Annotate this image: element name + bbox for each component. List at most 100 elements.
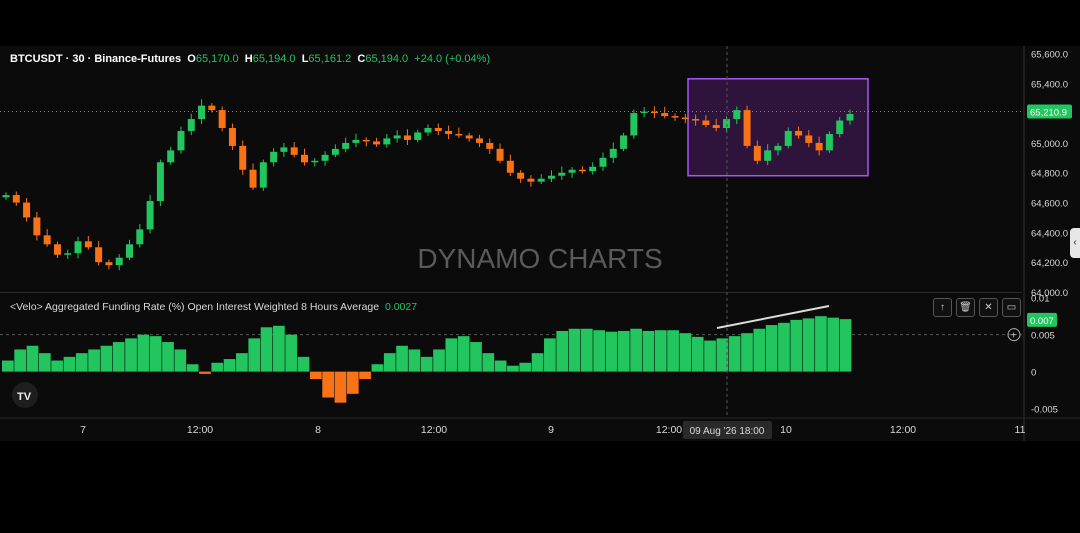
candle-body — [208, 105, 216, 111]
histogram-bar — [544, 338, 556, 372]
candle-body — [455, 133, 463, 136]
candle-body — [259, 162, 267, 188]
candle-body — [290, 147, 298, 155]
candle-body — [84, 241, 92, 248]
histogram-bar — [827, 317, 840, 372]
candle-body — [465, 135, 473, 139]
arrow-up-icon[interactable]: ↑ — [933, 298, 952, 317]
candle-body — [836, 120, 844, 134]
histogram-bar — [556, 330, 569, 372]
histogram-bar — [494, 360, 507, 372]
candle-body — [64, 253, 72, 255]
histogram-bar — [667, 330, 679, 372]
chevron-left-icon[interactable]: ‹ — [1070, 228, 1080, 258]
histogram-bar — [580, 328, 593, 372]
candle-body — [249, 169, 257, 188]
histogram-bar — [396, 345, 408, 372]
candle-body — [383, 138, 391, 145]
candle-body — [722, 119, 730, 128]
histogram-bar — [778, 322, 790, 372]
candle-body — [12, 195, 20, 203]
candle-body — [105, 262, 113, 266]
histogram-bar — [26, 345, 39, 372]
candle-body — [784, 130, 792, 146]
collapse-icon[interactable]: ✕ — [979, 298, 998, 317]
histogram-bar — [346, 371, 359, 394]
candle-body — [445, 130, 453, 134]
histogram-bar — [716, 338, 729, 372]
candle-body — [753, 145, 761, 161]
chart-canvas[interactable]: 65,600.065,400.065,200.065,000.064,800.0… — [0, 0, 1080, 528]
histogram-bar — [174, 349, 187, 372]
histogram-bar — [519, 362, 532, 372]
indicator-tick-label: 0.01 — [1031, 294, 1050, 305]
histogram-bar — [704, 340, 716, 372]
candle-body — [599, 157, 607, 167]
trash-icon[interactable]: 🗑 — [956, 298, 975, 317]
candle-body — [53, 244, 61, 255]
histogram-bar — [75, 353, 88, 372]
candle-body — [692, 119, 700, 121]
histogram-bar — [470, 342, 482, 372]
maximize-icon[interactable]: ▭ — [1002, 298, 1021, 317]
histogram-bar — [63, 356, 76, 372]
chart-panel[interactable]: 65,600.065,400.065,200.065,000.064,800.0… — [0, 0, 1080, 528]
candle-body — [198, 105, 206, 120]
candle-body — [424, 128, 432, 133]
candle-body — [537, 178, 545, 182]
candle-body — [486, 142, 494, 149]
histogram-bar — [815, 316, 827, 372]
plus-sign: + — [1011, 331, 1017, 342]
candle-body — [342, 142, 350, 149]
candle-body — [167, 150, 175, 163]
candle-body — [414, 132, 422, 140]
candle-body — [661, 113, 669, 117]
price-tick-label: 65,400.0 — [1031, 79, 1068, 90]
candle-body — [506, 160, 514, 173]
histogram-bar — [149, 336, 162, 372]
indicator-last-label: 0.007 — [1030, 316, 1054, 327]
candle-body — [321, 154, 329, 161]
candle-body — [177, 130, 185, 151]
last-price-label: 65,210.9 — [1030, 107, 1067, 118]
histogram-bar — [38, 353, 51, 372]
histogram-bar — [186, 364, 199, 372]
time-tick-label: 12:00 — [187, 424, 213, 436]
candle-body — [126, 244, 134, 258]
candle-body — [527, 178, 535, 182]
watermark: DYNAMO CHARTS — [417, 243, 662, 274]
indicator-tick-label: 0 — [1031, 368, 1036, 379]
time-tick-label: 12:00 — [421, 424, 447, 436]
histogram-bar — [125, 338, 137, 372]
candle-body — [23, 202, 31, 218]
candle-body — [650, 111, 658, 114]
histogram-bar — [642, 330, 655, 372]
candle-body — [115, 257, 123, 266]
price-tick-label: 64,800.0 — [1031, 169, 1068, 180]
candle-body — [33, 217, 41, 236]
candle-body — [568, 169, 576, 173]
price-tick-label: 65,000.0 — [1031, 139, 1068, 150]
histogram-bar — [162, 342, 174, 372]
indicator-legend: <Velo> Aggregated Funding Rate (%) Open … — [10, 301, 417, 313]
histogram-bar — [630, 328, 642, 372]
candle-body — [640, 111, 648, 114]
open-label: O — [187, 53, 196, 65]
close-value: 65,194.0 — [365, 53, 409, 65]
candle-body — [228, 128, 236, 146]
candle-body — [712, 125, 720, 128]
candle-body — [743, 110, 751, 146]
histogram-bar — [248, 338, 261, 372]
histogram-bar — [236, 353, 248, 372]
candle-body — [218, 110, 226, 128]
tradingview-logo-text: TV — [17, 391, 32, 403]
candle-body — [403, 135, 411, 140]
candle-body — [239, 145, 247, 170]
histogram-bar — [507, 365, 519, 372]
candle-body — [548, 175, 556, 179]
histogram-bar — [199, 371, 211, 374]
price-tick-label: 64,200.0 — [1031, 258, 1068, 269]
histogram-bar — [51, 360, 63, 372]
time-tick-label: 8 — [315, 424, 321, 436]
histogram-bar — [273, 325, 285, 372]
